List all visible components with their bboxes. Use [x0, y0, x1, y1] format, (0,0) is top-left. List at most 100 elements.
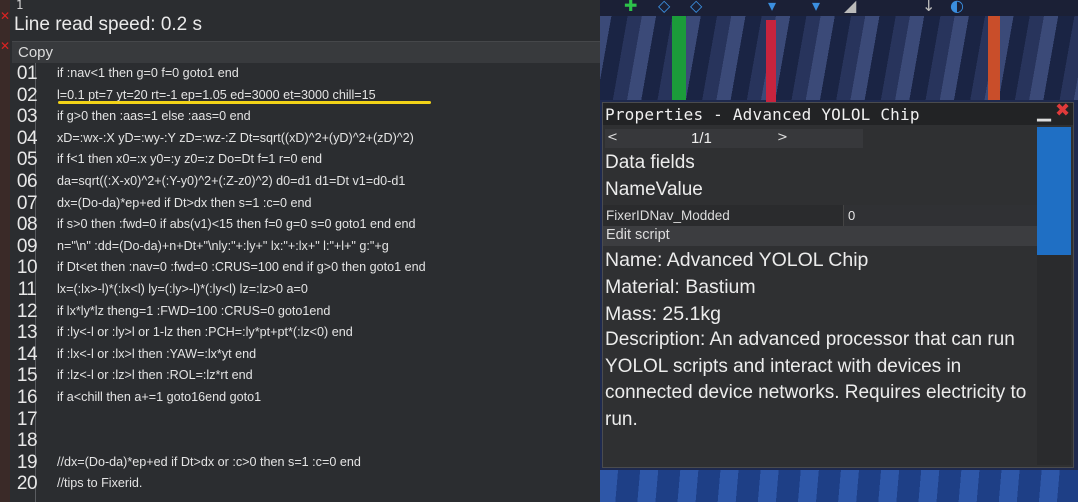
code-line[interactable]: 18	[12, 430, 600, 452]
data-field-row: FixerIDNav_Modded 0	[603, 205, 1038, 226]
code-line[interactable]: 11 lx=(:lx>-l)*(:lx<l) ly=(:ly>-l)*(:ly<l…	[12, 279, 600, 301]
magnet-icon[interactable]: ◐	[950, 0, 964, 15]
pager-count: 1/1	[691, 130, 712, 147]
close-icon[interactable]: ✕	[0, 40, 10, 52]
code-text[interactable]: if lx*ly*lz theng=1 :FWD=100 :CRUS=0 got…	[57, 303, 330, 319]
code-text[interactable]: xD=:wx-:X yD=:wy-:Y zD=:wz-:Z Dt=sqrt((x…	[57, 130, 414, 146]
panel-titlebar[interactable]: Properties - Advanced YOLOL Chip ▁ ✖	[603, 102, 1073, 125]
line-number: 03	[16, 106, 38, 128]
code-text[interactable]: if :lz<-l or :lz>l then :ROL=:lz*rt end	[57, 367, 253, 383]
cube-icon[interactable]: ◇	[658, 0, 670, 15]
line-number: 13	[16, 322, 38, 344]
line-number: 08	[16, 214, 38, 236]
code-line[interactable]: 08 if s>0 then :fwd=0 if abs(v1)<15 then …	[12, 214, 600, 236]
chip-description: Description: An advanced processor that …	[605, 329, 1027, 430]
line-number: 05	[16, 149, 38, 171]
copy-button[interactable]: Copy	[12, 41, 600, 63]
line-number: 07	[16, 192, 38, 214]
code-text[interactable]: if g>0 then :aas=1 else :aas=0 end	[57, 108, 251, 124]
line-indicator: 1	[16, 0, 24, 12]
code-lines[interactable]: 01 if :nav<1 then g=0 f=0 goto1 end 02 l=0.…	[12, 63, 600, 495]
highlight-underline	[58, 101, 431, 104]
line-number: 18	[16, 430, 38, 452]
code-line[interactable]: 06 da=sqrt((:X-x0)^2+(:Y-y0)^2+(:Z-z0)^2)…	[12, 171, 600, 193]
code-line[interactable]: 13 if :ly<-l or :ly>l or 1-lz then :PCH=:…	[12, 322, 600, 344]
code-text[interactable]: if f<1 then x0=:x y0=:y z0=:z Do=Dt f=1 …	[57, 151, 322, 167]
code-line[interactable]: 04 xD=:wx-:X yD=:wy-:Y zD=:wz-:Z Dt=sqrt(…	[12, 128, 600, 150]
script-editor: ✕ ✕ 1 Line read speed: 0.2 s Copy 01 if :…	[0, 0, 600, 502]
scene-orange-bar	[988, 10, 1000, 100]
left-edge-strip: ✕ ✕	[0, 0, 10, 502]
pen-icon[interactable]: ◢	[844, 0, 856, 15]
line-number: 09	[16, 235, 38, 257]
line-number: 06	[16, 170, 38, 192]
code-line[interactable]: 07 dx=(Do-da)*ep+ed if Dt>dx then s=1 :c=…	[12, 193, 600, 215]
pager-prev-button[interactable]: <	[607, 130, 618, 145]
code-line[interactable]: 19 //dx=(Do-da)*ep+ed if Dt>dx or :c>0 th…	[12, 452, 600, 474]
edit-script-label: Edit script	[606, 227, 670, 243]
line-number: 11	[17, 278, 37, 300]
code-text[interactable]: //tips to Fixerid.	[57, 475, 142, 491]
copy-label: Copy	[18, 44, 54, 61]
line-number: 12	[16, 300, 38, 322]
arrow-down-icon[interactable]: ↓	[922, 0, 935, 15]
line-number: 14	[16, 343, 38, 365]
scene-toolbar: ✚ ◇ ◇ ▾ ▾ ◢ ↓ ◐	[600, 0, 1078, 16]
pin-icon[interactable]: ▾	[768, 0, 776, 15]
line-number: 16	[16, 386, 38, 408]
code-line[interactable]: 10 if Dt<et then :nav=0 :fwd=0 :CRUS=100 …	[12, 257, 600, 279]
code-text[interactable]: if a<chill then a+=1 goto16end goto1	[57, 389, 261, 405]
data-field-value-input[interactable]: 0	[843, 205, 1038, 226]
add-icon[interactable]: ✚	[624, 0, 637, 15]
pager-next-button[interactable]: >	[777, 130, 788, 145]
code-line[interactable]: 14 if :lx<-l or :lx>l then :YAW=:lx*yt en…	[12, 344, 600, 366]
code-line[interactable]: 01 if :nav<1 then g=0 f=0 goto1 end	[12, 63, 600, 85]
scene-floor	[600, 470, 1078, 502]
data-fields-heading: Data fields	[605, 152, 695, 173]
line-read-speed: Line read speed: 0.2 s	[14, 14, 203, 35]
code-text[interactable]: if :nav<1 then g=0 f=0 goto1 end	[57, 65, 239, 81]
scrollbar-thumb[interactable]	[1037, 127, 1071, 255]
scene-red-bar	[766, 20, 776, 110]
code-line[interactable]: 12 if lx*ly*lz theng=1 :FWD=100 :CRUS=0 g…	[12, 301, 600, 323]
scene-green-bar	[672, 10, 686, 100]
code-line[interactable]: 05 if f<1 then x0=:x y0=:y z0=:z Do=Dt f=…	[12, 149, 600, 171]
line-number: 02	[16, 84, 38, 106]
close-icon[interactable]: ✖	[1055, 102, 1071, 120]
chip-name: Name: Advanced YOLOL Chip	[605, 249, 869, 271]
line-number: 20	[16, 473, 38, 495]
code-text[interactable]: da=sqrt((:X-x0)^2+(:Y-y0)^2+(:Z-z0)^2) d…	[57, 173, 405, 189]
cube-icon[interactable]: ◇	[690, 0, 702, 15]
code-text[interactable]: lx=(:lx>-l)*(:lx<l) ly=(:ly>-l)*(:ly<l) …	[57, 281, 308, 297]
code-line[interactable]: 20 //tips to Fixerid.	[12, 473, 600, 495]
code-text[interactable]: //dx=(Do-da)*ep+ed if Dt>dx or :c>0 then…	[57, 454, 361, 470]
code-line[interactable]: 09 n="\n" :dd=(Do-da)+n+Dt+"\nly:"+:ly+" …	[12, 236, 600, 258]
pin-icon[interactable]: ▾	[812, 0, 820, 15]
code-text[interactable]: if :lx<-l or :lx>l then :YAW=:lx*yt end	[57, 346, 256, 362]
minimize-icon[interactable]: ▁	[1037, 103, 1051, 121]
line-number: 17	[16, 408, 38, 430]
properties-panel: Properties - Advanced YOLOL Chip ▁ ✖ < 1…	[602, 102, 1074, 468]
edit-script-button[interactable]: Edit script	[603, 226, 1037, 246]
line-number: 10	[16, 257, 38, 279]
chip-mass: Mass: 25.1kg	[605, 303, 721, 325]
code-text[interactable]: n="\n" :dd=(Do-da)+n+Dt+"\nly:"+:ly+" lx…	[57, 238, 389, 254]
close-icon[interactable]: ✕	[0, 10, 10, 22]
line-number: 15	[16, 365, 38, 387]
line-number: 04	[16, 127, 38, 149]
data-field-value: 0	[848, 208, 856, 223]
code-text[interactable]: if :ly<-l or :ly>l or 1-lz then :PCH=:ly…	[57, 324, 353, 340]
line-number: 19	[16, 451, 38, 473]
code-line[interactable]: 17	[12, 409, 600, 431]
pager: < 1/1 >	[605, 129, 863, 148]
line-number: 01	[16, 63, 38, 84]
code-line[interactable]: 15 if :lz<-l or :lz>l then :ROL=:lz*rt en…	[12, 365, 600, 387]
code-line[interactable]: 16 if a<chill then a+=1 goto16end goto1	[12, 387, 600, 409]
code-text[interactable]: dx=(Do-da)*ep+ed if Dt>dx then s=1 :c=0 …	[57, 195, 312, 211]
code-text[interactable]: if Dt<et then :nav=0 :fwd=0 :CRUS=100 en…	[57, 259, 426, 275]
code-text[interactable]: if s>0 then :fwd=0 if abs(v1)<15 then f=…	[57, 216, 416, 232]
panel-scrollbar[interactable]	[1037, 127, 1071, 465]
chip-material: Material: Bastium	[605, 276, 756, 298]
code-line[interactable]: 03 if g>0 then :aas=1 else :aas=0 end	[12, 106, 600, 128]
data-field-name: FixerIDNav_Modded	[606, 208, 730, 223]
